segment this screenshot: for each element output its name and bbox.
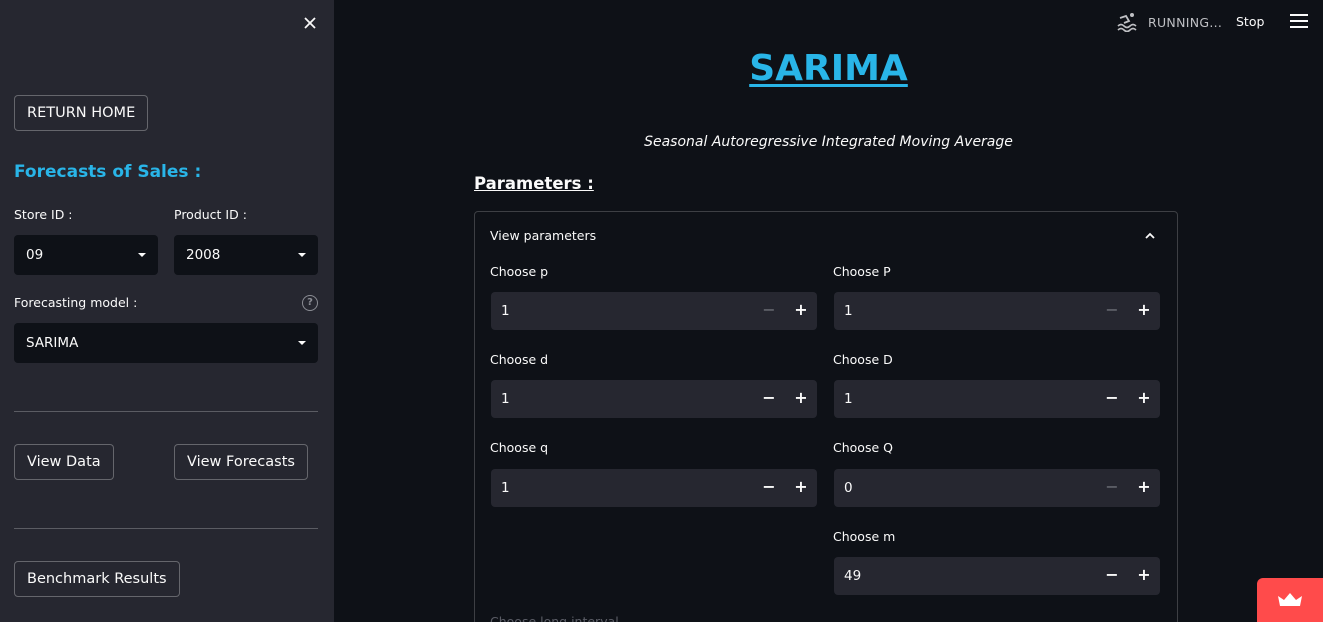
page-title-link[interactable]: SARIMA (749, 48, 908, 89)
q-value: 1 (501, 480, 510, 496)
Q-value: 0 (844, 480, 853, 496)
product-id-select[interactable]: 2008 (174, 235, 318, 275)
running-status-text: RUNNING... (1148, 14, 1223, 30)
choose-Q-label: Choose Q (833, 440, 893, 455)
m-increment-button[interactable]: + (1136, 557, 1152, 595)
D-value: 1 (844, 391, 853, 407)
expander-header[interactable]: View parameters (490, 228, 596, 243)
sidebar-divider (14, 411, 318, 412)
chevron-down-icon (298, 341, 306, 345)
d-decrement-button[interactable]: − (761, 380, 777, 418)
D-decrement-button[interactable]: − (1104, 380, 1120, 418)
P-increment-button[interactable]: + (1136, 292, 1152, 330)
d-value: 1 (501, 391, 510, 407)
benchmark-results-button[interactable]: Benchmark Results (14, 561, 180, 597)
help-icon[interactable]: ? (302, 295, 318, 311)
choose-P-label: Choose P (833, 264, 891, 279)
choose-q-label: Choose q (490, 440, 549, 455)
store-id-label: Store ID : (14, 207, 73, 222)
choose-d-label: Choose d (490, 352, 549, 367)
P-value: 1 (844, 303, 853, 319)
choose-long-interval-label: Choose long interval (490, 614, 619, 622)
d-number-input[interactable]: 1 − + (491, 380, 817, 418)
forecasting-model-label: Forecasting model : (14, 295, 138, 310)
chevron-up-icon[interactable] (1142, 228, 1158, 244)
D-increment-button[interactable]: + (1136, 380, 1152, 418)
crown-icon (1278, 593, 1302, 606)
P-decrement-button[interactable]: − (1104, 292, 1120, 330)
q-increment-button[interactable]: + (793, 469, 809, 507)
view-forecasts-button[interactable]: View Forecasts (174, 444, 308, 480)
p-number-input[interactable]: 1 − + (491, 292, 817, 330)
parameters-heading: Parameters : (474, 174, 594, 193)
choose-D-label: Choose D (833, 352, 893, 367)
p-increment-button[interactable]: + (793, 292, 809, 330)
d-increment-button[interactable]: + (793, 380, 809, 418)
running-status: RUNNING... (1116, 10, 1222, 34)
p-value: 1 (501, 303, 510, 319)
P-number-input[interactable]: 1 − + (834, 292, 1160, 330)
hamburger-menu-icon[interactable] (1290, 14, 1308, 30)
choose-m-label: Choose m (833, 529, 896, 544)
sidebar-divider (14, 528, 318, 529)
sidebar-heading: Forecasts of Sales : (14, 162, 202, 182)
page-subtitle: Seasonal Autoregressive Integrated Movin… (644, 134, 1013, 150)
page-title: SARIMA (0, 48, 1323, 89)
p-decrement-button[interactable]: − (761, 292, 777, 330)
chevron-down-icon (298, 253, 306, 257)
Q-increment-button[interactable]: + (1136, 469, 1152, 507)
choose-p-label: Choose p (490, 264, 549, 279)
Q-decrement-button[interactable]: − (1104, 469, 1120, 507)
Q-number-input[interactable]: 0 − + (834, 469, 1160, 507)
forecasting-model-select[interactable]: SARIMA (14, 323, 318, 363)
m-number-input[interactable]: 49 − + (834, 557, 1160, 595)
sidebar: RETURN HOME Forecasts of Sales : Store I… (0, 0, 334, 622)
q-decrement-button[interactable]: − (761, 469, 777, 507)
m-decrement-button[interactable]: − (1104, 557, 1120, 595)
close-icon[interactable] (299, 12, 321, 34)
view-data-button[interactable]: View Data (14, 444, 114, 480)
stop-button[interactable]: Stop (1236, 14, 1264, 29)
chevron-down-icon (138, 253, 146, 257)
streamlit-badge[interactable] (1257, 578, 1323, 622)
product-id-value: 2008 (186, 247, 221, 263)
forecasting-model-value: SARIMA (26, 335, 79, 351)
q-number-input[interactable]: 1 − + (491, 469, 817, 507)
D-number-input[interactable]: 1 − + (834, 380, 1160, 418)
store-id-value: 09 (26, 247, 44, 263)
swimmer-icon (1117, 13, 1137, 32)
product-id-label: Product ID : (174, 207, 247, 222)
return-home-button[interactable]: RETURN HOME (14, 95, 149, 131)
m-value: 49 (844, 568, 862, 584)
store-id-select[interactable]: 09 (14, 235, 158, 275)
